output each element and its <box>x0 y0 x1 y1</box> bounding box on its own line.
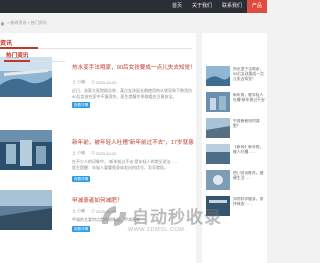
article-title[interactable]: 热水变手法哦家，90后女孩要成一点儿失去知觉！杭州有多少人在用 <box>72 63 194 71</box>
read-more-button[interactable]: 查看详情 <box>72 226 90 232</box>
sidebar-item-text[interactable]: 甲减患者如何减肥？ <box>233 119 267 139</box>
home-icon <box>0 21 5 25</box>
article-thumbnail[interactable] <box>0 130 52 170</box>
sidebar-item[interactable]: 【新闻】新年前，被人吐槽…… <box>206 144 267 168</box>
sidebar-thumbnail[interactable] <box>206 170 230 190</box>
sidebar-thumbnail[interactable] <box>206 144 230 164</box>
sidebar-item[interactable]: 如何科学健身，保持体态…… <box>206 196 267 220</box>
article-author: 小编 <box>77 208 85 213</box>
user-icon <box>72 209 76 213</box>
article-date: 2023-10-20 <box>96 208 117 214</box>
sidebar-thumbnail[interactable] <box>206 66 230 86</box>
article-desc-2: 90后女孩在家中不慎烫伤，医生提醒冬季取暖应注意安全。 <box>72 94 177 99</box>
article-desc: 甲减的主要特点是代谢降低，甲减患者…… <box>72 217 148 222</box>
article-meta: 小编 2023-10-20 <box>72 79 116 85</box>
article-date: 2023-10-20 <box>96 79 117 85</box>
article-date: 2023-10-20 <box>96 150 117 156</box>
sidebar-item[interactable]: 热水变手法哦家，90后女孩要成一点儿失去知觉！ <box>206 66 267 90</box>
article-thumbnail[interactable] <box>0 190 52 230</box>
sidebar-title: 热门资讯 <box>6 53 29 59</box>
sidebar-item[interactable]: 新年前，被年轻人吐槽“新年前过不去” <box>206 92 267 116</box>
breadcrumb: » 新闻资讯 » 热门资讯 <box>0 18 190 28</box>
read-more-button[interactable]: 查看详情 <box>72 102 90 108</box>
user-icon <box>72 151 76 155</box>
section-divider <box>0 47 192 49</box>
top-navbar: 首页 关于我们 联系我们 产品 <box>0 0 267 13</box>
article-desc-2: 医生提醒：年轻人要重视身体发出的信号，及早就医。 <box>72 165 168 170</box>
user-icon <box>72 80 76 84</box>
sidebar-item-text[interactable]: 【新闻】新年前，被人吐槽…… <box>233 145 267 165</box>
article-meta: 小编 2023-10-20 <box>72 208 116 214</box>
sidebar-item-text[interactable]: 如何科学健身，保持体态…… <box>233 197 267 217</box>
article-author: 小编 <box>77 150 85 155</box>
nav-item-contact[interactable]: 联系我们 <box>217 0 247 13</box>
sidebar-thumbnail[interactable] <box>206 196 230 216</box>
sidebar-item[interactable]: 甲减患者如何减肥？ <box>206 118 267 142</box>
sidebar-thumbnail[interactable] <box>206 92 230 112</box>
article-title[interactable]: 新年前，被年轻人吐槽“新年前过不去”，17岁就患了病，45岁开始 <box>72 138 194 146</box>
section-title: 资讯 <box>0 41 13 47</box>
sidebar-item-text[interactable]: 新年前，被年轻人吐槽“新年前过不去” <box>233 93 267 113</box>
sidebar-divider <box>4 60 65 62</box>
main-nav: 首页 关于我们 联系我们 产品 <box>167 0 267 13</box>
clock-icon <box>91 80 95 84</box>
sidebar-item[interactable]: 热门资讯推荐，健康生活…… <box>206 170 267 194</box>
clock-icon <box>91 209 95 213</box>
read-more-button[interactable]: 查看详情 <box>72 176 90 182</box>
sidebar-item-text[interactable]: 热水变手法哦家，90后女孩要成一点儿失去知觉！ <box>233 67 267 87</box>
article-title[interactable]: 甲减患者如何减肥？ <box>72 196 194 204</box>
nav-item-home[interactable]: 首页 <box>167 0 187 13</box>
clock-icon <box>91 151 95 155</box>
sidebar-thumbnail[interactable] <box>206 118 230 138</box>
sidebar-item-text[interactable]: 热门资讯推荐，健康生活…… <box>233 171 267 191</box>
article-thumbnail[interactable] <box>0 57 52 97</box>
breadcrumb-text[interactable]: » 新闻资讯 » 热门资讯 <box>7 20 47 26</box>
nav-item-about[interactable]: 关于我们 <box>187 0 217 13</box>
article-author: 小编 <box>77 79 85 84</box>
article-meta: 小编 2023-10-20 <box>72 150 116 156</box>
nav-item-products[interactable]: 产品 <box>246 0 267 13</box>
